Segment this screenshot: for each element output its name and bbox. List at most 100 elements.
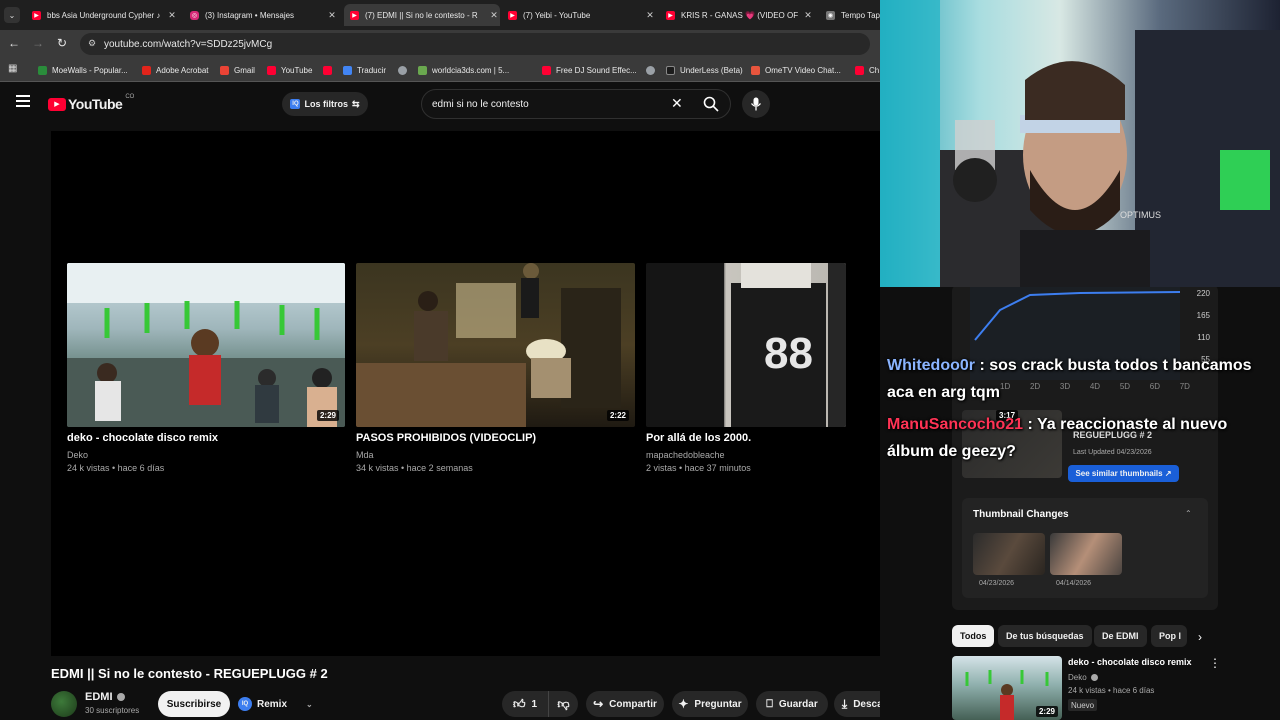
clear-search-icon[interactable]: ✕ bbox=[671, 95, 683, 112]
reload-icon[interactable]: ↻ bbox=[57, 36, 67, 50]
room-scene-image bbox=[356, 263, 621, 427]
end-screen-channel-3[interactable]: mapachedobleache bbox=[646, 450, 725, 460]
bookmark-traducir[interactable]: Traducir bbox=[343, 62, 386, 78]
back-icon[interactable]: ← bbox=[8, 36, 20, 50]
page-favicon-icon: ◉ bbox=[826, 10, 835, 20]
youtube-favicon-icon: ▶ bbox=[32, 10, 41, 20]
moewalls-icon bbox=[38, 65, 47, 75]
globe-icon bbox=[398, 65, 407, 75]
youtube-icon bbox=[267, 65, 276, 75]
chair-brand-text: OPTIMUS bbox=[1120, 210, 1161, 220]
sidebar-video-more-icon[interactable]: ⋮ bbox=[1209, 656, 1221, 670]
channel-name[interactable]: EDMI bbox=[85, 691, 125, 703]
instagram-favicon-icon: ◎ bbox=[190, 10, 199, 20]
chat-username: Whitedoo0r bbox=[887, 357, 975, 374]
end-screen-meta-2: 34 k vistas • hace 2 semanas bbox=[356, 463, 473, 473]
close-tab-icon[interactable]: ✕ bbox=[166, 10, 178, 21]
channel-avatar[interactable] bbox=[51, 691, 77, 717]
thumbnail-change-2[interactable] bbox=[1050, 533, 1122, 575]
webcam-overlay: OPTIMUS bbox=[880, 0, 1280, 287]
microphone-icon bbox=[750, 97, 762, 111]
share-button[interactable]: ↪ Compartir bbox=[586, 691, 664, 717]
jersey-scene-image: 88 bbox=[646, 263, 846, 427]
bookmark-worldcia3ds[interactable]: worldcia3ds.com | 5... bbox=[418, 62, 509, 78]
bookmark-adobe-acrobat[interactable]: Adobe Acrobat bbox=[142, 62, 208, 78]
site-info-icon[interactable]: ⚙ bbox=[88, 38, 96, 49]
forward-icon[interactable]: → bbox=[32, 36, 44, 50]
svg-text:88: 88 bbox=[764, 329, 813, 378]
chevron-down-icon: ⌄ bbox=[306, 699, 313, 709]
ask-button[interactable]: ✦ Preguntar bbox=[672, 691, 748, 717]
bookmark-youtube-2[interactable] bbox=[323, 62, 337, 78]
close-tab-icon[interactable]: ✕ bbox=[802, 10, 814, 21]
bookmark-youtube[interactable]: YouTube bbox=[267, 62, 312, 78]
end-screen-channel-1[interactable]: Deko bbox=[67, 450, 88, 460]
end-screen-channel-2[interactable]: Mda bbox=[356, 450, 374, 460]
bookmark-ometv[interactable]: OmeTV Video Chat... bbox=[751, 62, 841, 78]
close-tab-icon[interactable]: ✕ bbox=[326, 10, 338, 21]
url-text: youtube.com/watch?v=SDDz25jvMCg bbox=[104, 38, 273, 50]
chat-message-2: ManuSancocho21 : Ya reaccionaste al nuev… bbox=[887, 411, 1275, 465]
dislike-button[interactable]: 👎︎ bbox=[548, 691, 578, 717]
end-screen-title-1[interactable]: deko - chocolate disco remix bbox=[67, 432, 218, 444]
voice-search-button[interactable] bbox=[742, 90, 770, 118]
bookmark-underless[interactable]: UnderLess (Beta) bbox=[666, 62, 743, 78]
subscribe-button[interactable]: Suscribirse bbox=[158, 691, 230, 717]
sidebar-video-thumbnail[interactable]: 2:29 bbox=[952, 656, 1062, 720]
chat-username: ManuSancocho21 bbox=[887, 416, 1024, 433]
url-bar[interactable]: ⚙ youtube.com/watch?v=SDDz25jvMCg bbox=[80, 33, 870, 55]
share-icon: ↪ bbox=[593, 697, 604, 711]
chip-todos[interactable]: Todos bbox=[952, 625, 995, 647]
new-badge: Nuevo bbox=[1068, 699, 1098, 711]
filters-button[interactable]: IQ Los filtros ⇆ bbox=[282, 92, 368, 116]
search-button[interactable] bbox=[697, 91, 725, 117]
browser-tab-5[interactable]: ▶ KRIS R - GANAS 💗 (VIDEO OF ✕ bbox=[662, 4, 814, 26]
youtube-logo[interactable]: ▶ YouTube CO bbox=[48, 94, 134, 112]
browser-tab-4[interactable]: ▶ (7) Yeibi - YouTube ✕ bbox=[504, 4, 656, 26]
end-screen-title-3[interactable]: Por allá de los 2000. bbox=[646, 432, 751, 444]
browser-tab-3-active[interactable]: ▶ (7) EDMI || Si no le contesto - R ✕ bbox=[344, 4, 500, 26]
video-duration-badge: 2:29 bbox=[316, 410, 339, 421]
bookmark-free-dj[interactable]: Free DJ Sound Effec... bbox=[542, 62, 637, 78]
end-screen-thumbnail-2[interactable]: 2:22 bbox=[356, 263, 635, 427]
end-screen-thumbnail-3[interactable]: 88 bbox=[646, 263, 846, 427]
browser-tab-1[interactable]: ▶ bbs Asia Underground Cypher ♪ ✕ bbox=[28, 4, 178, 26]
see-similar-thumbnails-button[interactable]: See similar thumbnails ↗ bbox=[1068, 465, 1179, 482]
youtube-icon bbox=[542, 65, 551, 75]
chip-pop[interactable]: Pop l bbox=[1151, 625, 1187, 647]
tab-list-dropdown[interactable]: ⌄ bbox=[4, 7, 20, 23]
youtube-favicon-icon: ▶ bbox=[508, 10, 517, 20]
menu-icon[interactable] bbox=[16, 95, 30, 107]
apps-grid-icon[interactable]: ▦ bbox=[8, 63, 17, 74]
chip-de-edmi[interactable]: De EDMI bbox=[1094, 625, 1147, 647]
ometv-icon bbox=[751, 65, 760, 75]
end-screen-title-2[interactable]: PASOS PROHIBIDOS (VIDEOCLIP) bbox=[356, 432, 536, 444]
bookmark-globe-2[interactable] bbox=[646, 62, 660, 78]
browser-tab-6[interactable]: ◉ Tempo Tap bbox=[822, 4, 880, 26]
bookmark-gmail[interactable]: Gmail bbox=[220, 62, 255, 78]
download-icon: ⤓ bbox=[841, 696, 848, 711]
sidebar-video-channel[interactable]: Deko bbox=[1068, 673, 1098, 682]
streamer-webcam-image: OPTIMUS bbox=[880, 0, 1280, 287]
chat-message-1: Whitedoo0r : sos crack busta todos t ban… bbox=[887, 352, 1275, 406]
translate-icon bbox=[343, 65, 352, 75]
bookmark-globe[interactable] bbox=[398, 62, 412, 78]
end-screen-thumbnail-1[interactable]: 2:29 bbox=[67, 263, 345, 427]
close-tab-icon[interactable]: ✕ bbox=[644, 10, 656, 21]
like-button[interactable]: 👍︎ 1 bbox=[502, 691, 548, 717]
bookmark-icon: ⎕ bbox=[766, 697, 773, 710]
remix-button[interactable]: IQ Remix ⌄ bbox=[238, 691, 313, 717]
chip-de-tus-busquedas[interactable]: De tus búsquedas bbox=[998, 625, 1092, 647]
sidebar-video-title[interactable]: deko - chocolate disco remix bbox=[1068, 657, 1192, 667]
underless-icon bbox=[666, 65, 675, 75]
collapse-chevron-icon[interactable]: ⌃ bbox=[1185, 509, 1192, 518]
browser-tab-2[interactable]: ◎ (3) Instagram • Mensajes ✕ bbox=[186, 4, 338, 26]
thumbnail-change-1[interactable] bbox=[973, 533, 1045, 575]
bookmark-ch[interactable]: Ch bbox=[855, 62, 879, 78]
search-input[interactable]: edmi si no le contesto bbox=[421, 89, 731, 119]
save-button[interactable]: ⎕ Guardar bbox=[756, 691, 828, 717]
close-tab-icon[interactable]: ✕ bbox=[488, 10, 500, 21]
bookmark-moewalls[interactable]: MoeWalls - Popular... bbox=[38, 62, 128, 78]
thumbs-up-icon: 👍︎ bbox=[512, 696, 526, 711]
chips-next-icon[interactable]: › bbox=[1198, 630, 1202, 644]
